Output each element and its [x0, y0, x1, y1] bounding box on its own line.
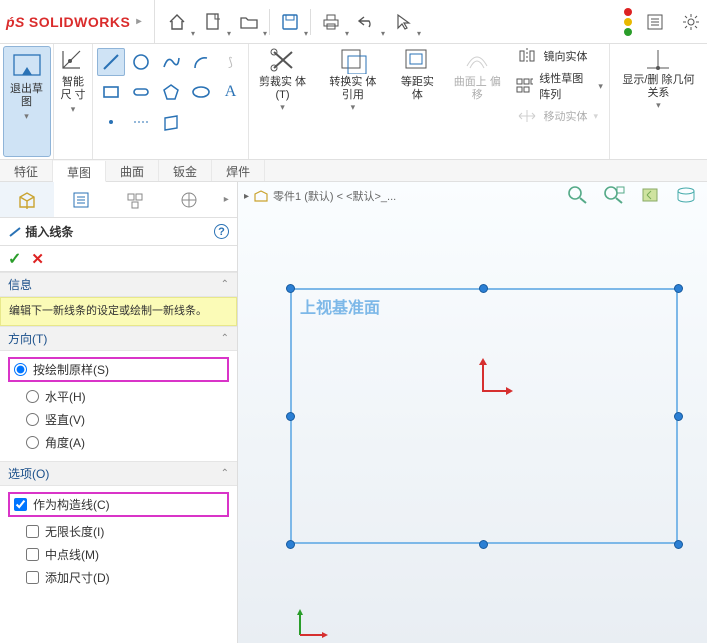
print-icon[interactable]: ▾	[315, 6, 347, 38]
handle-mr[interactable]	[674, 412, 683, 421]
checkbox-infinite[interactable]	[26, 525, 39, 538]
sketch-tools-grid: ⟆ A	[97, 48, 245, 136]
home-icon[interactable]: ▾	[161, 6, 193, 38]
rebuild-traffic-icon[interactable]	[621, 7, 635, 37]
display-relations-button[interactable]: 显示/删 除几何 关系▾	[610, 44, 707, 159]
options-list-icon[interactable]	[639, 6, 671, 38]
previous-view-icon[interactable]	[635, 182, 665, 208]
centerline-tool[interactable]	[127, 108, 155, 136]
ok-button[interactable]: ✓	[8, 249, 21, 269]
point-tool[interactable]	[97, 108, 125, 136]
offset-entities-button[interactable]: 等距实 体	[390, 44, 445, 159]
sketch-plane-rectangle[interactable]	[290, 288, 678, 544]
highlight-as-sketched: 按绘制原样(S)	[8, 357, 229, 382]
trim-button[interactable]: 剪裁实 体(T)▾	[249, 44, 316, 159]
config-tab[interactable]	[108, 182, 162, 217]
exit-sketch-button[interactable]: 退出草 图 ▾	[3, 46, 51, 157]
radio-vertical[interactable]	[26, 413, 39, 426]
circle-tool[interactable]	[127, 48, 155, 76]
undo-icon[interactable]: ▾	[351, 6, 383, 38]
tab-sheetmetal[interactable]: 钣金	[159, 160, 212, 181]
rectangle-tool[interactable]	[97, 78, 125, 106]
zoom-fit-icon[interactable]	[563, 182, 593, 208]
line-tool[interactable]	[97, 48, 125, 76]
checkbox-infinite-row[interactable]: 无限长度(I)	[8, 523, 229, 540]
convert-entities-button[interactable]: 转换实 体引用▾	[316, 44, 390, 159]
checkbox-add-dim[interactable]	[26, 571, 39, 584]
sketch-modify-group: 镜向实体 线性草图阵列▾ 移动实体▾	[510, 44, 610, 159]
checkbox-construction[interactable]	[14, 498, 27, 511]
help-icon[interactable]: ?	[214, 224, 229, 239]
move-entities-button[interactable]: 移动实体▾	[516, 108, 603, 124]
open-icon[interactable]: ▾	[233, 6, 265, 38]
radio-horizontal-row[interactable]: 水平(H)	[8, 388, 229, 405]
mirror-entities-button[interactable]: 镜向实体	[516, 48, 603, 64]
spline-tool[interactable]	[157, 48, 185, 76]
ribbon: 退出草 图 ▾ 智能尺 寸 ▾ ⟆ A 剪裁实 体(T)▾	[0, 44, 707, 160]
new-icon[interactable]: ▾	[197, 6, 229, 38]
plane-tool[interactable]	[157, 108, 185, 136]
tab-features[interactable]: 特征	[0, 160, 53, 181]
highlight-construction: 作为构造线(C)	[8, 492, 229, 517]
select-arrow-icon[interactable]: ▾	[387, 6, 419, 38]
quick-access-toolbar: ▾ ▾ ▾ ▾ ▾ ▾ ▾	[155, 6, 707, 38]
radio-as-sketched[interactable]	[14, 363, 27, 376]
cancel-button[interactable]: ✕	[31, 250, 44, 268]
handle-ml[interactable]	[286, 412, 295, 421]
handle-bl[interactable]	[286, 540, 295, 549]
settings-gear-icon[interactable]	[675, 6, 707, 38]
title-bar: ṕSSOLIDWORKS▸ ▾ ▾ ▾ ▾ ▾ ▾ ▾	[0, 0, 707, 44]
save-icon[interactable]: ▾	[274, 6, 306, 38]
graphics-area[interactable]: ▸ 零件1 (默认) < <默认>_... 上视基准面	[238, 182, 707, 643]
tab-weldment[interactable]: 焊件	[212, 160, 265, 181]
section-header-direction[interactable]: 方向(T)⌃	[0, 326, 237, 351]
smart-dimension-button[interactable]: 智能尺 寸 ▾	[58, 46, 88, 157]
checkbox-midpoint[interactable]	[26, 548, 39, 561]
property-manager-title: 插入线条 ?	[0, 218, 237, 246]
app-logo: ṕSSOLIDWORKS▸	[0, 0, 155, 44]
tab-sketch[interactable]: 草图	[53, 161, 106, 182]
linear-pattern-button[interactable]: 线性草图阵列▾	[516, 70, 603, 102]
handle-tm[interactable]	[479, 284, 488, 293]
dimxpert-tab[interactable]	[162, 182, 216, 217]
ellipse-tool[interactable]	[187, 78, 215, 106]
property-manager-panel: ▸ 插入线条 ? ✓ ✕ 信息⌃ 编辑下一新线条的设定或绘制一新线条。 方向(T…	[0, 182, 238, 643]
feature-tree-tab[interactable]	[0, 182, 54, 217]
property-tab[interactable]	[54, 182, 108, 217]
offset-on-surface-button[interactable]: 曲面上 偏移	[445, 44, 510, 159]
ribbon-tabs: 特征 草图 曲面 钣金 焊件	[0, 160, 707, 182]
section-header-options[interactable]: 选项(O)⌃	[0, 461, 237, 486]
handle-tr[interactable]	[674, 284, 683, 293]
tab-surface[interactable]: 曲面	[106, 160, 159, 181]
handle-tl[interactable]	[286, 284, 295, 293]
heads-up-view-toolbar	[563, 182, 701, 208]
info-message: 编辑下一新线条的设定或绘制一新线条。	[0, 297, 237, 326]
zoom-area-icon[interactable]	[599, 182, 629, 208]
handle-bm[interactable]	[479, 540, 488, 549]
handle-br[interactable]	[674, 540, 683, 549]
radio-angle-row[interactable]: 角度(A)	[8, 434, 229, 451]
more-tabs[interactable]: ▸	[215, 182, 237, 217]
triad-icon	[292, 603, 332, 643]
radio-angle[interactable]	[26, 436, 39, 449]
polygon-tool[interactable]	[157, 78, 185, 106]
section-view-icon[interactable]	[671, 182, 701, 208]
section-header-info[interactable]: 信息⌃	[0, 272, 237, 297]
radio-horizontal[interactable]	[26, 390, 39, 403]
breadcrumb[interactable]: ▸ 零件1 (默认) < <默认>_...	[244, 188, 396, 204]
fillet-tool[interactable]: ⟆	[217, 48, 245, 76]
radio-vertical-row[interactable]: 竖直(V)	[8, 411, 229, 428]
slot-tool[interactable]	[127, 78, 155, 106]
checkbox-midpoint-row[interactable]: 中点线(M)	[8, 546, 229, 563]
checkbox-add-dim-row[interactable]: 添加尺寸(D)	[8, 569, 229, 586]
arc-tool[interactable]	[187, 48, 215, 76]
text-tool[interactable]: A	[217, 78, 245, 106]
left-panel-tabs: ▸	[0, 182, 237, 218]
